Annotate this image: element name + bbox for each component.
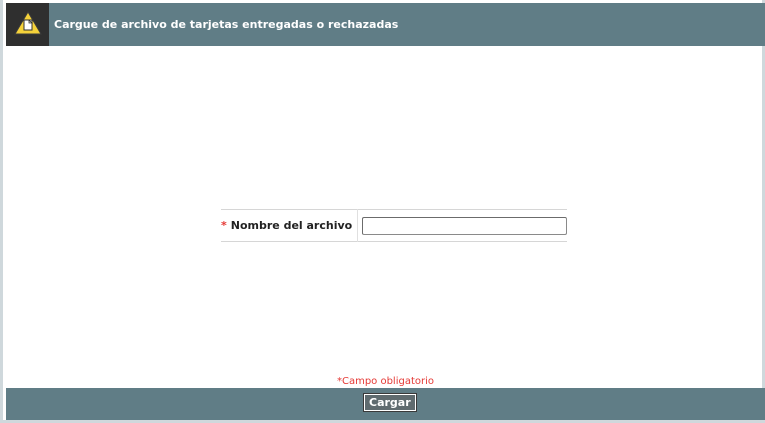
page-title: Cargue de archivo de tarjetas entregadas… [54,18,399,31]
file-name-label-cell: * Nombre del archivo [221,209,359,242]
warning-document-icon [13,10,42,39]
file-name-input-cell [358,210,568,242]
required-marker: * [221,219,227,232]
file-name-row: * Nombre del archivo [221,209,568,242]
header-icon-box [6,3,49,46]
page-header: Cargue de archivo de tarjetas entregadas… [6,3,765,46]
file-name-label: Nombre del archivo [230,219,353,232]
page-frame: Cargue de archivo de tarjetas entregadas… [0,0,765,423]
upload-form: * Nombre del archivo [221,209,568,242]
file-name-input[interactable] [362,216,568,235]
required-field-note: *Campo obligatorio [336,376,435,387]
page-footer: Cargar [6,388,765,420]
upload-button[interactable]: Cargar [363,393,417,412]
